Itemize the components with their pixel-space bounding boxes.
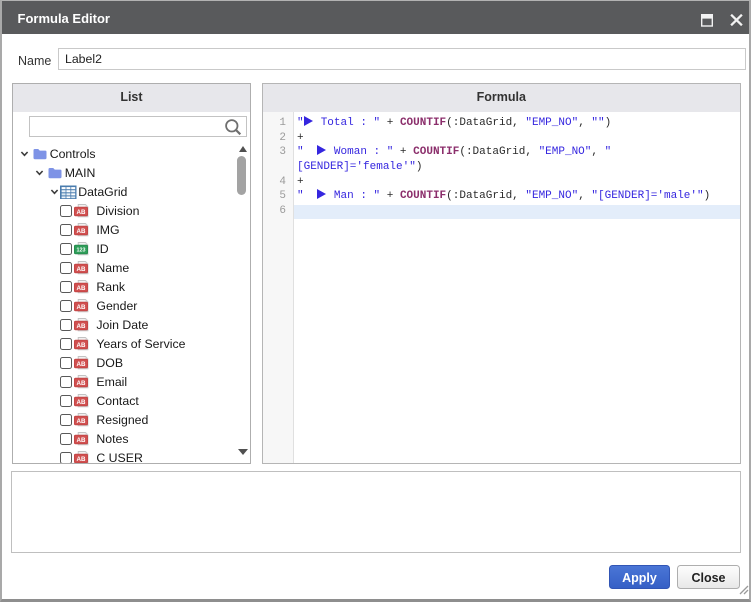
svg-text:AB: AB bbox=[77, 341, 86, 348]
svg-text:AB: AB bbox=[77, 417, 86, 424]
svg-text:123: 123 bbox=[77, 247, 86, 253]
svg-text:AB: AB bbox=[77, 303, 86, 310]
svg-text:AB: AB bbox=[77, 436, 86, 443]
svg-text:AB: AB bbox=[77, 322, 86, 329]
svg-text:AB: AB bbox=[77, 398, 86, 405]
svg-text:AB: AB bbox=[77, 227, 86, 234]
svg-text:AB: AB bbox=[77, 379, 86, 386]
svg-text:AB: AB bbox=[77, 208, 86, 215]
svg-text:AB: AB bbox=[77, 265, 86, 272]
svg-text:AB: AB bbox=[77, 455, 86, 462]
svg-text:AB: AB bbox=[77, 284, 86, 291]
svg-text:AB: AB bbox=[77, 360, 86, 367]
